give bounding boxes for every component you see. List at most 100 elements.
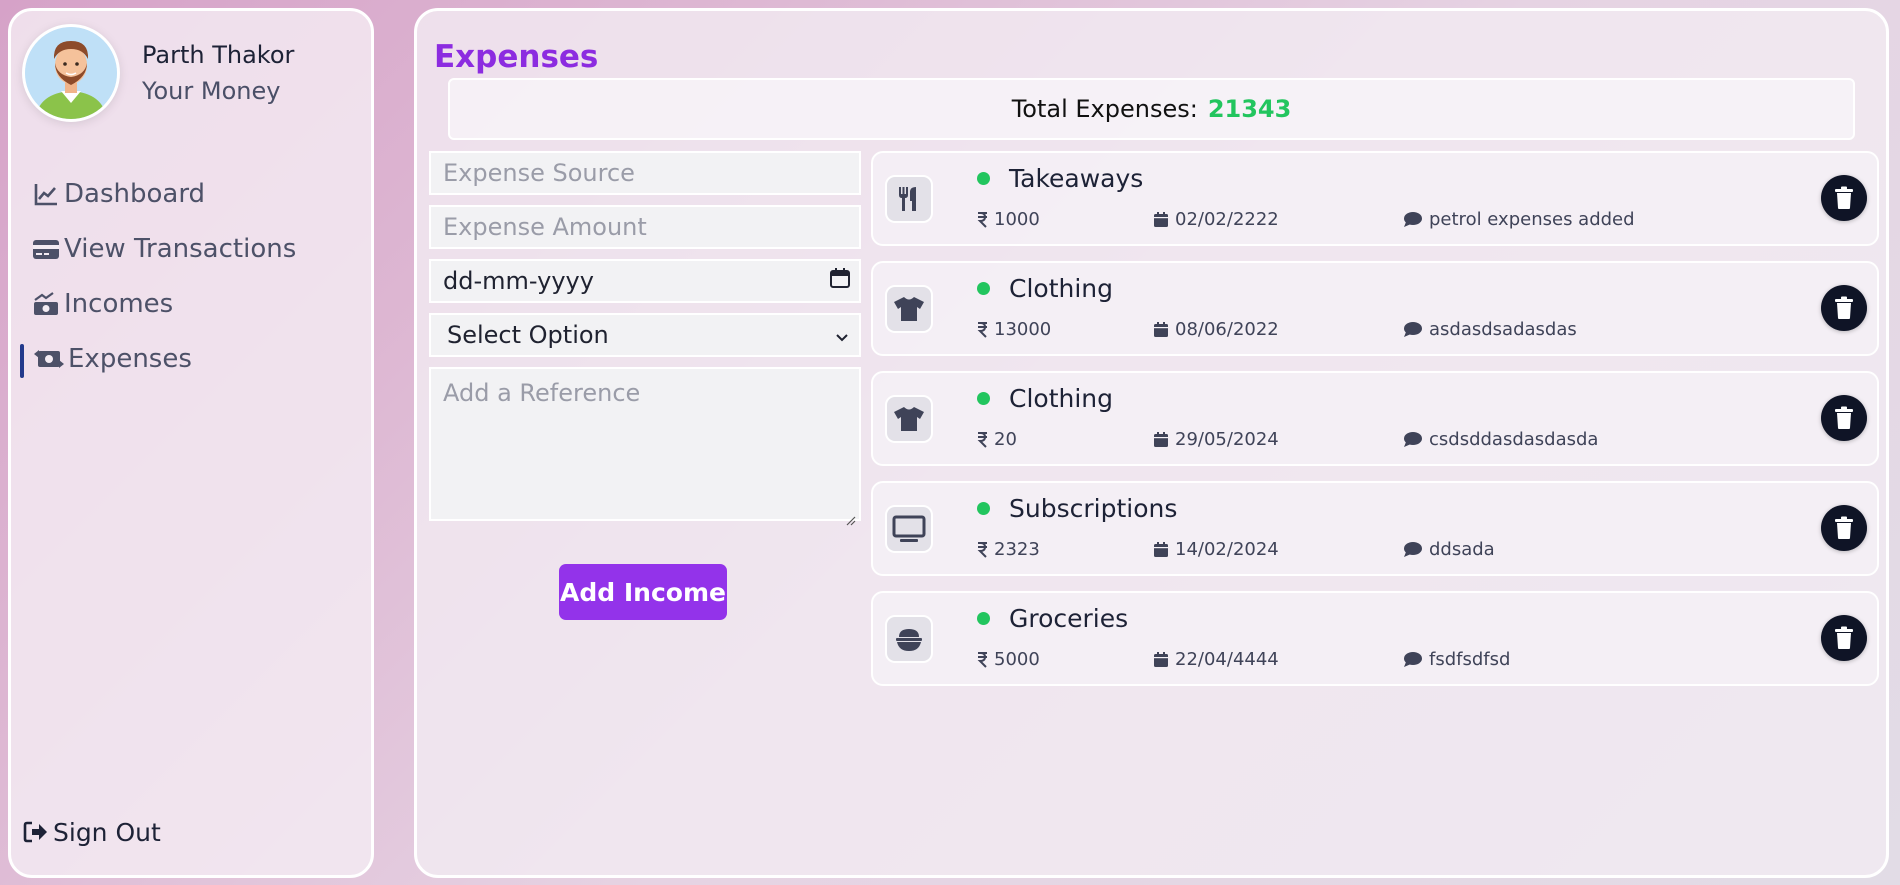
sidebar-item-incomes[interactable]: Incomes [11,276,371,331]
sidebar: Parth Thakor Your Money Dashboard View T… [8,8,374,878]
user-name: Parth Thakor [142,41,295,69]
delete-button[interactable] [1821,505,1867,551]
expense-amount-input[interactable]: Expense Amount [429,205,861,249]
sign-out-button[interactable]: Sign Out [23,818,161,847]
category-select-value: Select Option [447,321,609,349]
expense-amount-value: 13000 [994,319,1052,340]
expense-title: Clothing [1009,384,1114,413]
calendar-icon [1154,542,1168,557]
sidebar-nav: Dashboard View Transactions Incomes Expe… [11,166,371,386]
expense-date: 29/05/2024 [1153,429,1279,450]
expense-title: Groceries [1009,604,1129,633]
comment-icon [1404,212,1422,227]
chevron-down-icon [835,321,849,349]
main-panel: Expenses Total Expenses: 21343 Expense S… [414,8,1889,878]
comment-icon [1404,542,1422,557]
date-input-value: dd-mm-yyyy [443,267,594,295]
expense-date-value: 02/02/2222 [1175,209,1279,230]
expense-date-value: 29/05/2024 [1175,429,1279,450]
sidebar-item-label: Incomes [64,288,174,319]
expense-note: asdasdsadasdas [1403,319,1577,340]
calendar-icon [1154,322,1168,337]
calendar-icon [1154,212,1168,227]
expense-note: ddsada [1403,539,1495,560]
comment-icon [1404,322,1422,337]
expense-amount: 13000 [977,319,1051,340]
utensils-icon [885,175,933,223]
comment-icon [1404,432,1422,447]
reference-placeholder: Add a Reference [443,379,641,407]
total-expenses-label: Total Expenses: [1011,95,1198,123]
expense-note-value: petrol expenses added [1429,209,1635,230]
calendar-icon[interactable] [829,267,851,295]
expense-amount-value: 5000 [994,649,1040,670]
rupee-icon [977,211,987,228]
comment-icon [1404,652,1422,667]
resize-grip-icon[interactable] [844,504,856,526]
date-input[interactable]: dd-mm-yyyy [429,259,861,303]
delete-button[interactable] [1821,285,1867,331]
expense-date-value: 14/02/2024 [1175,539,1279,560]
sign-out-label: Sign Out [53,818,161,847]
user-profile: Parth Thakor Your Money [22,24,294,122]
expense-title: Clothing [1009,274,1114,303]
expense-amount: 1000 [977,209,1040,230]
expense-amount: 5000 [977,649,1040,670]
expense-date: 02/02/2222 [1153,209,1279,230]
sign-out-icon [23,820,49,846]
expense-note: petrol expenses added [1403,209,1635,230]
sidebar-item-expenses[interactable]: Expenses [11,331,371,386]
rupee-icon [977,651,987,668]
trash-icon [1835,516,1853,539]
trash-icon [1835,626,1853,649]
expense-amount-value: 2323 [994,539,1040,560]
total-expenses-value: 21343 [1207,95,1292,123]
expense-date: 14/02/2024 [1153,539,1279,560]
delete-button[interactable] [1821,615,1867,661]
reference-textarea[interactable]: Add a Reference [429,367,861,526]
expense-amount-value: 20 [994,429,1017,450]
expense-source-input[interactable]: Expense Source [429,151,861,195]
expense-amount: 2323 [977,539,1040,560]
status-dot [977,502,990,515]
tv-icon [885,505,933,553]
calendar-icon [1154,432,1168,447]
expense-date-value: 22/04/4444 [1175,649,1279,670]
expense-item: Subscriptions 2323 14/02/2024 ddsada [871,481,1879,576]
expense-title: Subscriptions [1009,494,1178,523]
money-bill-transfer-icon [32,345,66,373]
trash-icon [1835,406,1853,429]
chart-line-icon [32,180,60,208]
expense-note: csdsddasdasdasda [1403,429,1598,450]
sidebar-item-dashboard[interactable]: Dashboard [11,166,371,221]
delete-button[interactable] [1821,395,1867,441]
expense-item: Takeaways 1000 02/02/2222 petrol expense… [871,151,1879,246]
calendar-icon [1154,652,1168,667]
rupee-icon [977,431,987,448]
expense-form: Expense Source Expense Amount dd-mm-yyyy… [429,151,861,620]
status-dot [977,282,990,295]
delete-button[interactable] [1821,175,1867,221]
shirt-icon [885,285,933,333]
sidebar-item-view-transactions[interactable]: View Transactions [11,221,371,276]
expense-amount-value: 1000 [994,209,1040,230]
total-expenses-bar: Total Expenses: 21343 [448,78,1855,140]
money-bill-trend-icon [32,290,60,318]
category-select[interactable]: Select Option [429,313,861,357]
sidebar-item-label: View Transactions [64,233,297,264]
shirt-icon [885,395,933,443]
sidebar-item-label: Expenses [68,343,192,374]
expense-title: Takeaways [1009,164,1144,193]
expense-item: Groceries 5000 22/04/4444 fsdfsdfsd [871,591,1879,686]
avatar [22,24,120,122]
expense-item: Clothing 20 29/05/2024 csdsddasdasdasda [871,371,1879,466]
add-income-button[interactable]: Add Income [559,564,727,620]
expense-note-value: csdsddasdasdasda [1429,429,1599,450]
expense-date: 08/06/2022 [1153,319,1279,340]
status-dot [977,172,990,185]
expense-item: Clothing 13000 08/06/2022 asdasdsadasdas [871,261,1879,356]
expense-note-value: ddsada [1429,539,1495,560]
rupee-icon [977,321,987,338]
expense-amount: 20 [977,429,1017,450]
expense-date-value: 08/06/2022 [1175,319,1279,340]
